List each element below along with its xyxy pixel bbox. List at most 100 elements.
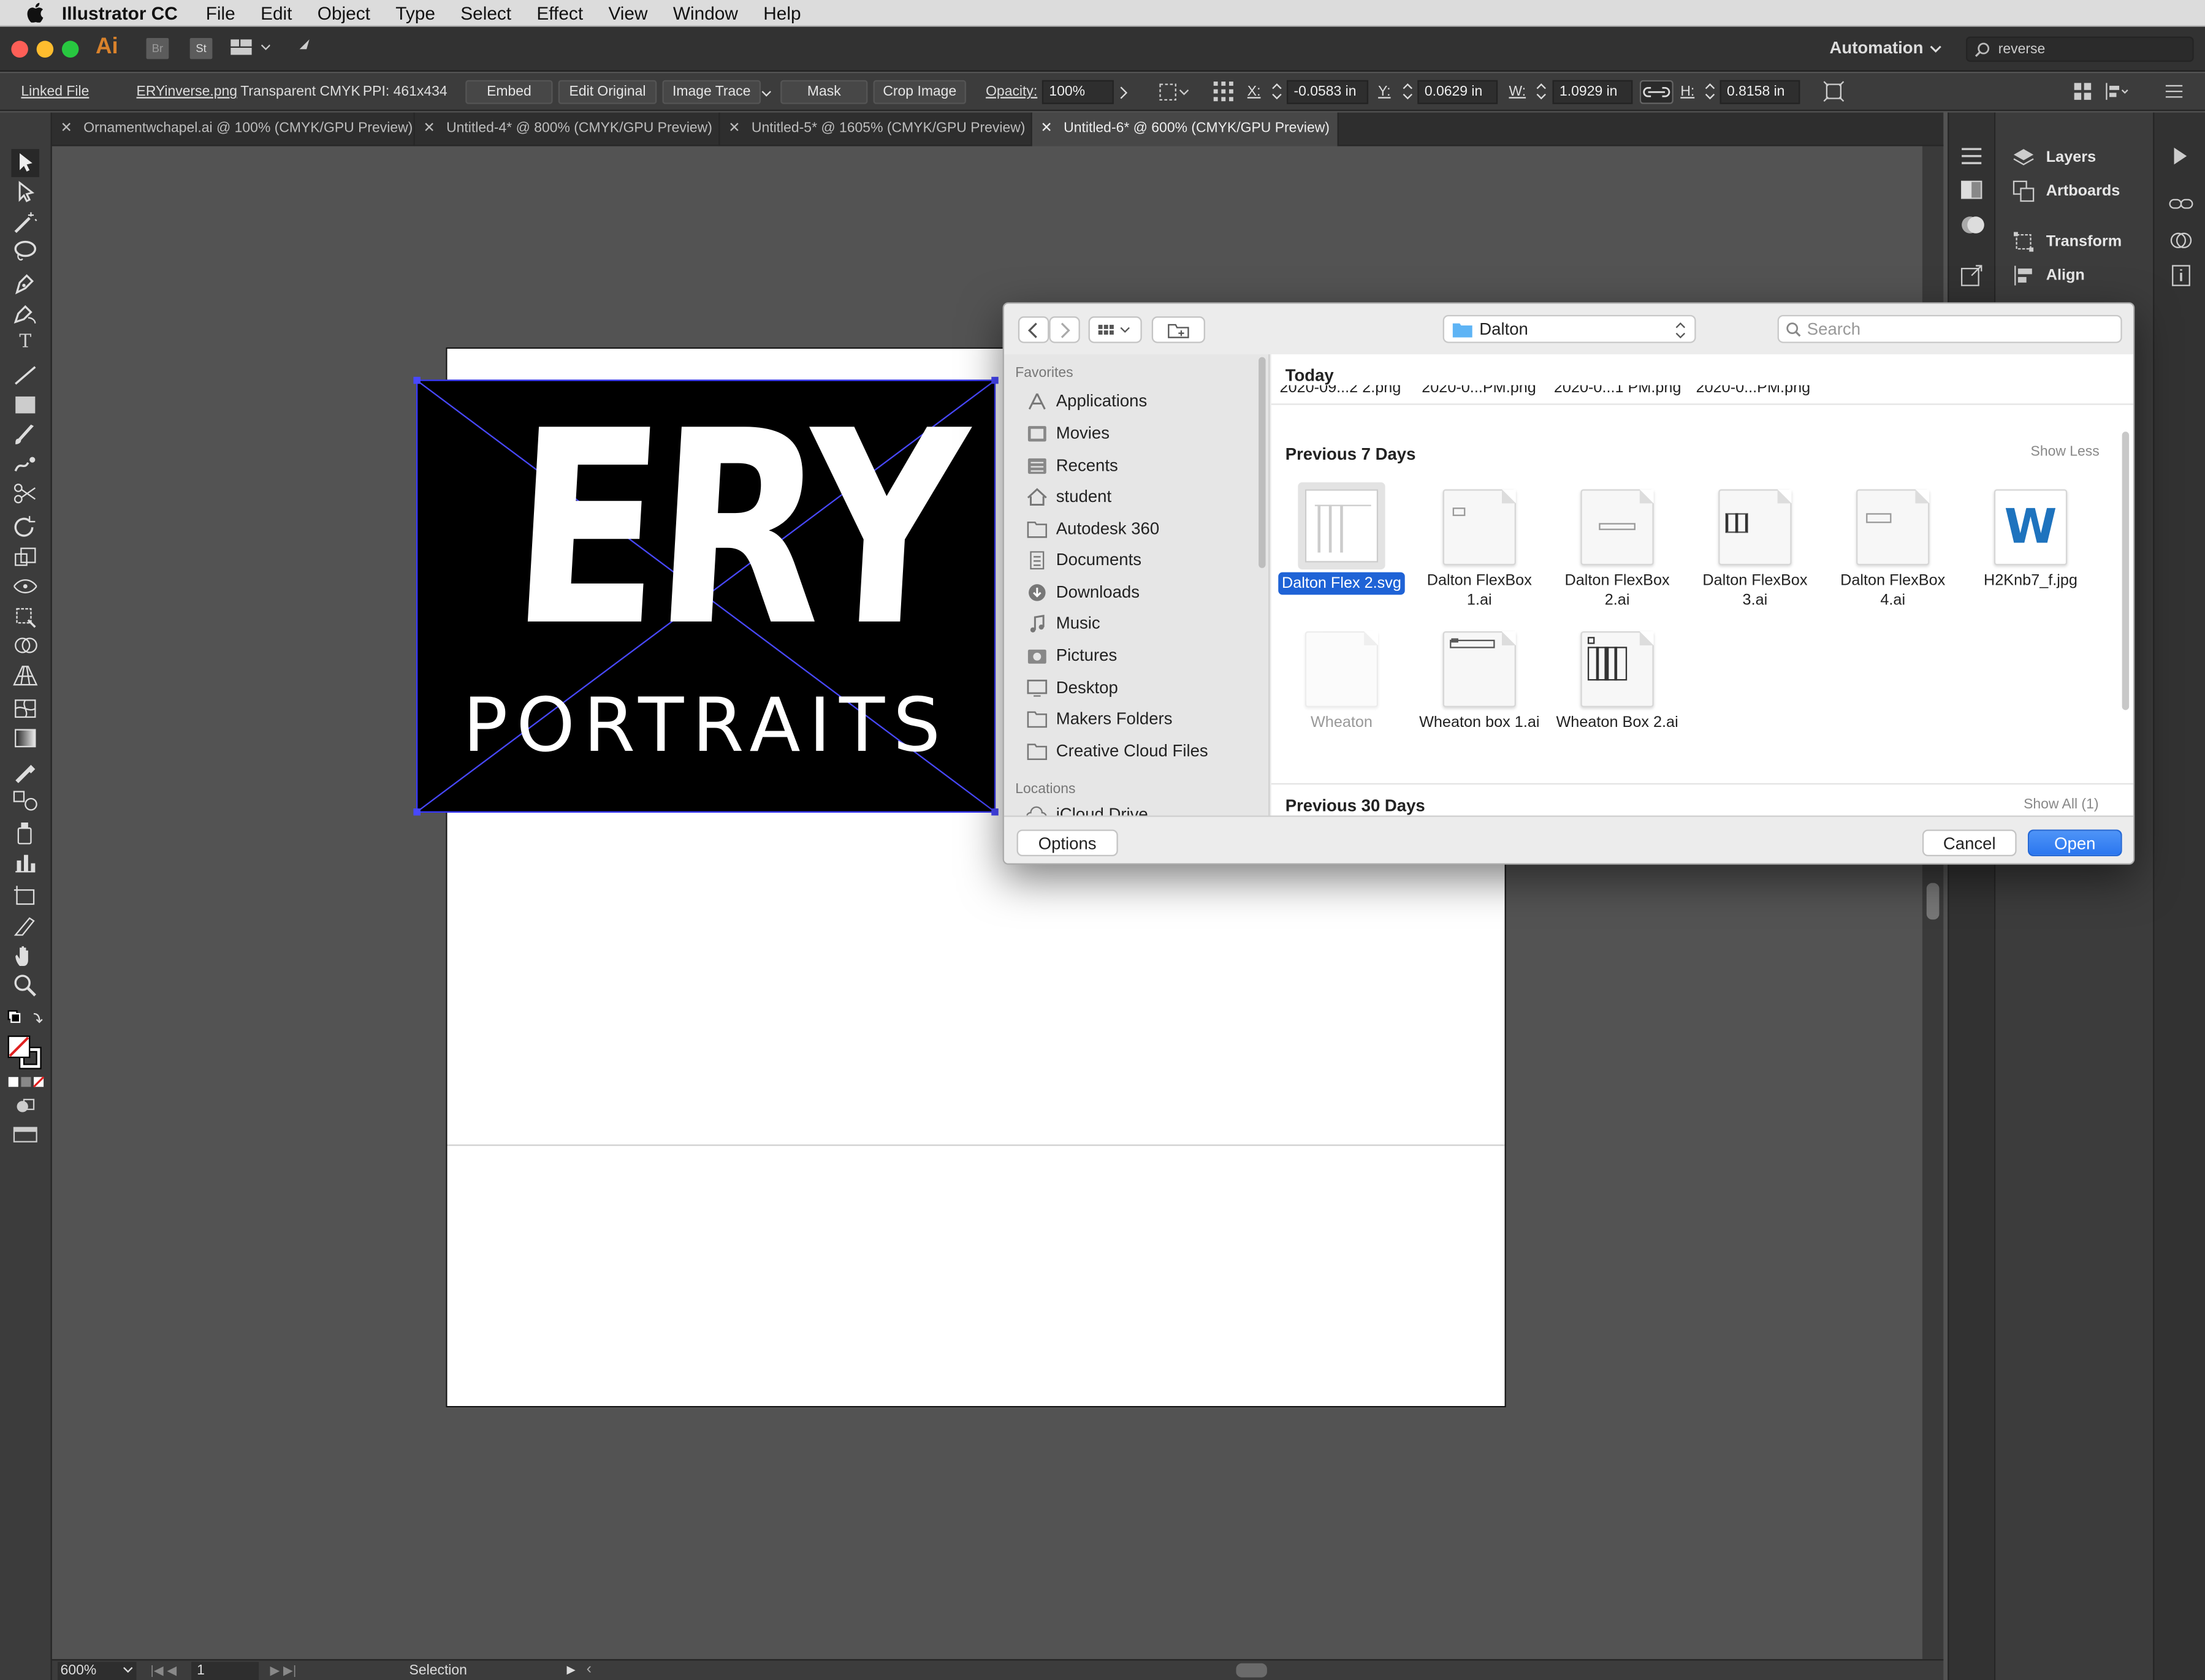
- appearance-icon[interactable]: [1960, 214, 1986, 237]
- layers-panel-tab[interactable]: Layers: [2013, 146, 2096, 169]
- file-item-wheaton-box-1[interactable]: Wheaton box 1.ai: [1415, 631, 1544, 732]
- sidebar-item-desktop[interactable]: Desktop: [1027, 675, 1118, 700]
- menu-window[interactable]: Window: [673, 2, 738, 23]
- menu-view[interactable]: View: [608, 2, 647, 23]
- chevron-right-icon[interactable]: [1119, 86, 1128, 100]
- opacity-input[interactable]: 100%: [1042, 80, 1114, 104]
- align-to-selection-icon[interactable]: [1159, 83, 1189, 102]
- asset-export-icon[interactable]: [1960, 264, 1983, 287]
- back-button[interactable]: [1018, 316, 1049, 343]
- menu-type[interactable]: Type: [395, 2, 435, 23]
- x-stepper-icon[interactable]: [1271, 82, 1282, 101]
- tab-ornamentwchapel[interactable]: ✕ Ornamentwchapel.ai @ 100% (CMYK/GPU Pre…: [52, 112, 415, 146]
- forward-button[interactable]: [1049, 316, 1080, 343]
- draw-mode-icon[interactable]: [11, 1097, 39, 1116]
- sidebar-scroll-thumb[interactable]: [1259, 357, 1266, 568]
- sidebar-item-documents[interactable]: Documents: [1027, 547, 1141, 572]
- dialog-search-input[interactable]: Search: [1777, 314, 2122, 343]
- transform-panel-tab[interactable]: Transform: [2013, 230, 2122, 253]
- stock-icon[interactable]: St: [189, 37, 213, 59]
- opacity-label[interactable]: Opacity:: [986, 85, 1037, 100]
- width-tool-icon[interactable]: [11, 574, 39, 599]
- lasso-tool-icon[interactable]: [11, 239, 39, 264]
- panel-menu-icon[interactable]: [2165, 85, 2183, 99]
- file-item-dalton-flexbox-2[interactable]: Dalton FlexBox 2.ai: [1553, 489, 1682, 610]
- artboard-tool-icon[interactable]: [11, 883, 39, 908]
- document-info-icon[interactable]: [2171, 264, 2191, 287]
- tab-untitled-5[interactable]: ✕ Untitled-5* @ 1605% (CMYK/GPU Preview): [720, 112, 1032, 146]
- eyedropper-tool-icon[interactable]: [11, 758, 39, 783]
- shaper-tool-icon[interactable]: [11, 451, 39, 476]
- transform-icon[interactable]: [1822, 80, 1845, 103]
- w-stepper-icon[interactable]: [1536, 82, 1547, 101]
- fill-stroke-swatch[interactable]: [7, 1035, 44, 1071]
- sidebar-item-recents[interactable]: Recents: [1027, 453, 1118, 478]
- tab-close-icon[interactable]: ✕: [728, 121, 740, 136]
- tab-untitled-4[interactable]: ✕ Untitled-4* @ 800% (CMYK/GPU Preview): [415, 112, 720, 146]
- apple-menu-icon[interactable]: [25, 2, 45, 23]
- next-artboard-icon[interactable]: ▶ ▶|: [270, 1663, 296, 1679]
- gradient-panel-icon[interactable]: [1960, 180, 1983, 200]
- search-input[interactable]: reverse: [1966, 36, 2194, 62]
- gradient-tool-icon[interactable]: [11, 726, 39, 751]
- artboards-panel-tab[interactable]: Artboards: [2013, 180, 2120, 203]
- cc-libraries-icon[interactable]: [2168, 230, 2193, 250]
- reference-point-icon[interactable]: [1212, 80, 1235, 103]
- horizontal-scroll-thumb[interactable]: [1236, 1663, 1267, 1678]
- file-item-dalton-flex-2-svg[interactable]: Dalton Flex 2.svg: [1277, 482, 1406, 595]
- minimize-window-icon[interactable]: [36, 40, 54, 58]
- x-input[interactable]: -0.0583 in: [1287, 80, 1369, 104]
- new-folder-button[interactable]: [1151, 316, 1205, 343]
- symbol-sprayer-tool-icon[interactable]: [11, 819, 39, 845]
- rectangle-tool-icon[interactable]: [11, 392, 39, 417]
- zoom-tool-icon[interactable]: [11, 973, 39, 998]
- sidebar-item-autodesk-360[interactable]: Autodesk 360: [1027, 516, 1159, 541]
- line-segment-tool-icon[interactable]: [11, 363, 39, 388]
- align-panel-icon[interactable]: [2073, 82, 2092, 101]
- tab-untitled-6[interactable]: ✕ Untitled-6* @ 600% (CMYK/GPU Preview): [1032, 112, 1339, 146]
- file-item[interactable]: 2020-0...PM.png: [1422, 386, 1536, 397]
- selection-tool-icon[interactable]: [11, 149, 40, 178]
- arrange-documents-icon[interactable]: [230, 39, 270, 56]
- column-graph-tool-icon[interactable]: [11, 850, 39, 875]
- mesh-tool-icon[interactable]: [11, 696, 39, 721]
- slice-tool-icon[interactable]: [11, 913, 39, 938]
- sidebar-item-applications[interactable]: Applications: [1027, 388, 1147, 413]
- crop-image-button[interactable]: Crop Image: [873, 80, 966, 104]
- rotate-tool-icon[interactable]: [11, 515, 39, 540]
- screen-mode-icon[interactable]: [11, 1125, 39, 1144]
- handle-bl[interactable]: [413, 808, 421, 816]
- file-item[interactable]: 2020-09...2 2.png: [1280, 386, 1401, 397]
- y-stepper-icon[interactable]: [1402, 82, 1413, 101]
- handle-tr[interactable]: [991, 376, 999, 384]
- bridge-icon[interactable]: Br: [146, 37, 169, 59]
- mask-button[interactable]: Mask: [780, 80, 868, 104]
- links-icon[interactable]: [2168, 194, 2193, 214]
- file-item-dalton-flexbox-4[interactable]: Dalton FlexBox 4.ai: [1828, 489, 1957, 610]
- cancel-button[interactable]: Cancel: [1922, 829, 2017, 857]
- close-window-icon[interactable]: [11, 40, 28, 58]
- app-name[interactable]: Illustrator CC: [62, 2, 178, 23]
- show-all-link[interactable]: Show All (1): [2024, 797, 2098, 813]
- h-stepper-icon[interactable]: [1704, 82, 1715, 101]
- perspective-grid-tool-icon[interactable]: [11, 662, 39, 687]
- show-less-link[interactable]: Show Less: [2031, 444, 2100, 460]
- file-item-h2knb7-f-jpg[interactable]: W H2Knb7_f.jpg: [1966, 489, 2095, 590]
- menu-effect[interactable]: Effect: [536, 2, 583, 23]
- gpu-performance-icon[interactable]: [290, 37, 313, 59]
- sidebar-item-student[interactable]: student: [1027, 484, 1111, 509]
- chevron-down-icon[interactable]: [1929, 45, 1942, 53]
- direct-selection-tool-icon[interactable]: [11, 180, 39, 205]
- open-button[interactable]: Open: [2027, 829, 2122, 857]
- free-transform-tool-icon[interactable]: [11, 603, 39, 628]
- tab-close-icon[interactable]: ✕: [61, 121, 72, 136]
- tab-close-icon[interactable]: ✕: [1041, 121, 1053, 136]
- image-trace-dropdown-icon[interactable]: [761, 90, 772, 99]
- menu-select[interactable]: Select: [460, 2, 511, 23]
- sidebar-item-makers-folders[interactable]: Makers Folders: [1027, 706, 1172, 731]
- handle-br[interactable]: [991, 808, 999, 816]
- distribute-icon[interactable]: [2104, 82, 2129, 101]
- properties-icon[interactable]: [1960, 146, 1983, 166]
- file-item[interactable]: 2020-0...PM.png: [1696, 386, 1811, 397]
- y-input[interactable]: 0.0629 in: [1417, 80, 1498, 104]
